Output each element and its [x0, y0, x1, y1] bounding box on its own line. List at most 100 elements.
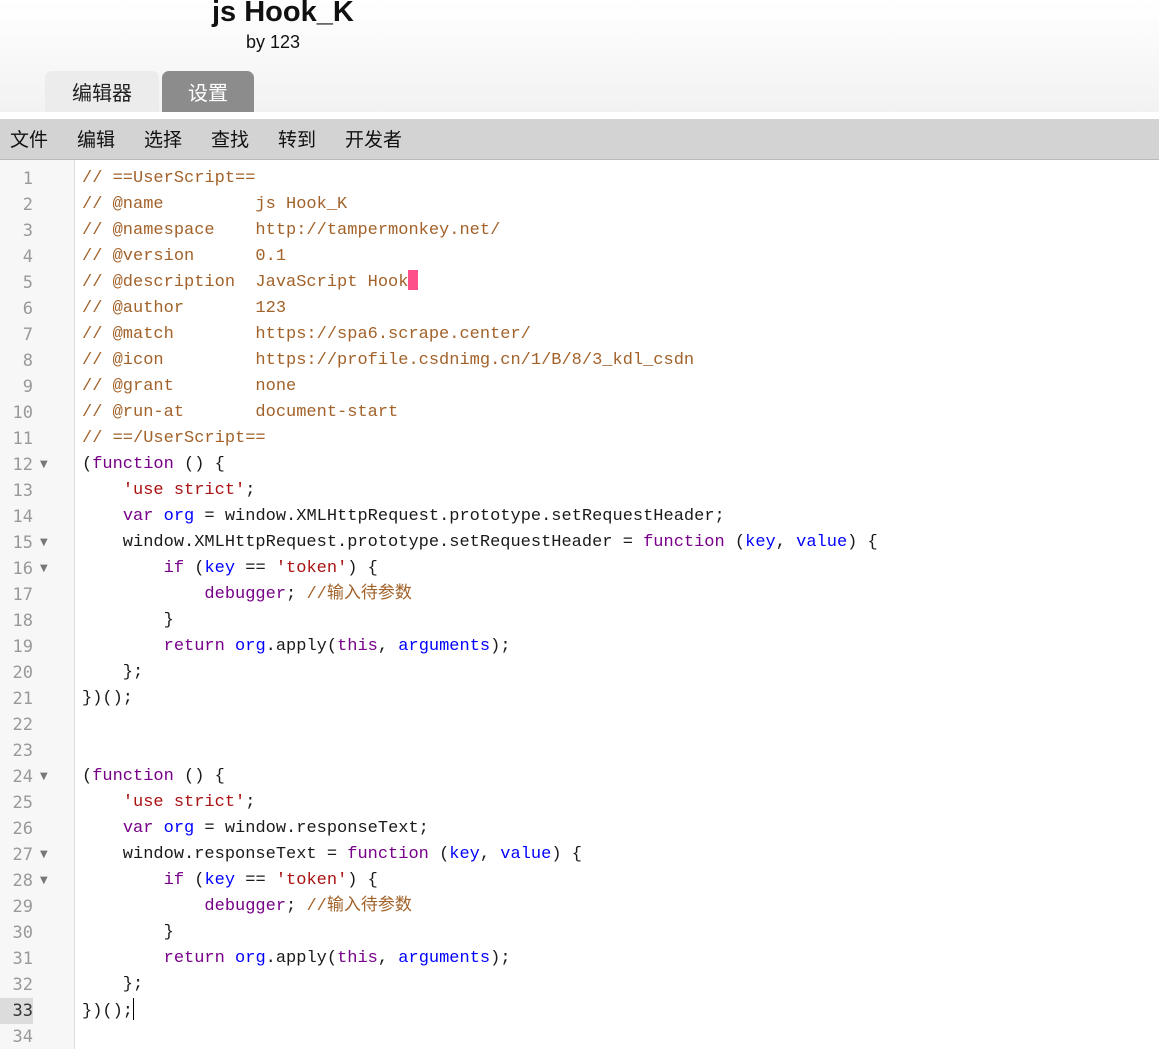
- code-line[interactable]: 33 })();: [0, 998, 1159, 1024]
- code-line[interactable]: 8 // @icon https://profile.csdnimg.cn/1/B…: [0, 348, 1159, 374]
- line-number: 19: [12, 637, 33, 657]
- tab-editor[interactable]: 编辑器: [45, 71, 159, 112]
- menu-edit[interactable]: 编辑: [77, 119, 115, 159]
- code-line[interactable]: 31 return org.apply(this, arguments);: [0, 946, 1159, 972]
- code-line[interactable]: 11 // ==/UserScript==: [0, 426, 1159, 452]
- code-text: window.XMLHttpRequest.prototype.setReque…: [82, 533, 878, 552]
- line-number: 30: [12, 923, 33, 943]
- code-text: // @name js Hook_K: [82, 195, 348, 214]
- code-text: // @match https://spa6.scrape.center/: [82, 325, 531, 344]
- menu-select[interactable]: 选择: [144, 119, 182, 159]
- line-number: 8: [22, 351, 33, 371]
- line-number: 33: [0, 998, 33, 1024]
- code-line[interactable]: 13 'use strict';: [0, 478, 1159, 504]
- code-line[interactable]: 10 // @run-at document-start: [0, 400, 1159, 426]
- line-number: 1: [22, 169, 33, 189]
- selection-cursor: [408, 270, 419, 290]
- line-number: 32: [12, 975, 33, 995]
- line-number: 10: [12, 403, 33, 423]
- code-line[interactable]: 25 'use strict';: [0, 790, 1159, 816]
- line-number: 28: [12, 871, 33, 891]
- code-editor[interactable]: 1 // ==UserScript== 2 // @name js Hook_K 3 //…: [0, 160, 1159, 1049]
- code-text: }: [82, 923, 174, 942]
- fold-arrow-icon[interactable]: ▼: [40, 452, 48, 478]
- code-line[interactable]: 1 // ==UserScript==: [0, 166, 1159, 192]
- menu-goto[interactable]: 转到: [278, 119, 316, 159]
- line-number: 9: [22, 377, 33, 397]
- code-text: // @run-at document-start: [82, 403, 399, 422]
- code-text: return org.apply(this, arguments);: [163, 637, 511, 656]
- line-number: 20: [12, 663, 33, 683]
- menu-find[interactable]: 查找: [211, 119, 249, 159]
- code-line[interactable]: 21 })();: [0, 686, 1159, 712]
- line-number: 27: [12, 845, 33, 865]
- script-author: by 123: [246, 32, 301, 52]
- code-line[interactable]: 18 }: [0, 608, 1159, 634]
- code-text: (function () {: [82, 455, 225, 474]
- code-text: // ==UserScript==: [82, 169, 256, 188]
- line-number: 2: [22, 195, 33, 215]
- line-number: 22: [12, 715, 33, 735]
- code-line[interactable]: 15 ▼ window.XMLHttpRequest.prototype.setR…: [0, 530, 1159, 556]
- code-text: }: [82, 611, 174, 630]
- fold-arrow-icon[interactable]: ▼: [40, 556, 48, 582]
- code-text: debugger; //输入待参数: [204, 585, 412, 604]
- line-number: 3: [22, 221, 33, 241]
- code-text: var org = window.responseText;: [122, 819, 429, 838]
- code-line[interactable]: 14 var org = window.XMLHttpRequest.proto…: [0, 504, 1159, 530]
- menu-file[interactable]: 文件: [10, 119, 48, 159]
- code-line[interactable]: 26 var org = window.responseText;: [0, 816, 1159, 842]
- code-line[interactable]: 3 // @namespace http://tampermonkey.net/: [0, 218, 1159, 244]
- line-number: 31: [12, 949, 33, 969]
- code-text: (function () {: [82, 767, 225, 786]
- line-number: 34: [12, 1027, 33, 1047]
- fold-arrow-icon[interactable]: ▼: [40, 842, 48, 868]
- code-line[interactable]: 22: [0, 712, 1159, 738]
- script-title: js Hook_K: [212, 0, 354, 28]
- code-line[interactable]: 16 ▼ if (key == 'token') {: [0, 556, 1159, 582]
- code-line[interactable]: 2 // @name js Hook_K: [0, 192, 1159, 218]
- line-number: 15: [12, 533, 33, 553]
- line-number: 4: [22, 247, 33, 267]
- tab-settings[interactable]: 设置: [162, 71, 254, 112]
- fold-arrow-icon[interactable]: ▼: [40, 868, 48, 894]
- code-line[interactable]: 23: [0, 738, 1159, 764]
- code-line[interactable]: 17 debugger; //输入待参数: [0, 582, 1159, 608]
- code-line[interactable]: 4 // @version 0.1: [0, 244, 1159, 270]
- code-line[interactable]: 9 // @grant none: [0, 374, 1159, 400]
- code-line[interactable]: 29 debugger; //输入待参数: [0, 894, 1159, 920]
- line-number: 21: [12, 689, 33, 709]
- code-text: // @icon https://profile.csdnimg.cn/1/B/…: [82, 351, 695, 370]
- code-line[interactable]: 6 // @author 123: [0, 296, 1159, 322]
- fold-arrow-icon[interactable]: ▼: [40, 764, 48, 790]
- code-text: // @namespace http://tampermonkey.net/: [82, 221, 501, 240]
- code-line[interactable]: 24 ▼ (function () {: [0, 764, 1159, 790]
- line-number: 26: [12, 819, 33, 839]
- line-number: 11: [12, 429, 33, 449]
- line-number: 7: [22, 325, 33, 345]
- code-line[interactable]: 32 };: [0, 972, 1159, 998]
- line-number: 14: [12, 507, 33, 527]
- code-line[interactable]: 34: [0, 1024, 1159, 1050]
- code-text: 'use strict';: [122, 793, 256, 812]
- line-number: 18: [12, 611, 33, 631]
- code-line[interactable]: 12 ▼ (function () {: [0, 452, 1159, 478]
- code-line[interactable]: 7 // @match https://spa6.scrape.center/: [0, 322, 1159, 348]
- code-text: // @description JavaScript Hook: [82, 270, 419, 296]
- fold-arrow-icon[interactable]: ▼: [40, 530, 48, 556]
- line-number: 25: [12, 793, 33, 813]
- code-text: // @grant none: [82, 377, 297, 396]
- code-line[interactable]: 5 // @description JavaScript Hook: [0, 270, 1159, 296]
- code-line[interactable]: 19 return org.apply(this, arguments);: [0, 634, 1159, 660]
- code-text: };: [82, 975, 144, 994]
- code-line[interactable]: 27 ▼ window.responseText = function (key,…: [0, 842, 1159, 868]
- code-line[interactable]: 20 };: [0, 660, 1159, 686]
- text-cursor: [133, 998, 135, 1020]
- code-line[interactable]: 28 ▼ if (key == 'token') {: [0, 868, 1159, 894]
- menu-developer[interactable]: 开发者: [345, 119, 402, 159]
- line-number: 6: [22, 299, 33, 319]
- code-text: })();: [82, 689, 134, 708]
- line-number: 24: [12, 767, 33, 787]
- code-line[interactable]: 30 }: [0, 920, 1159, 946]
- code-text: })();: [82, 998, 135, 1025]
